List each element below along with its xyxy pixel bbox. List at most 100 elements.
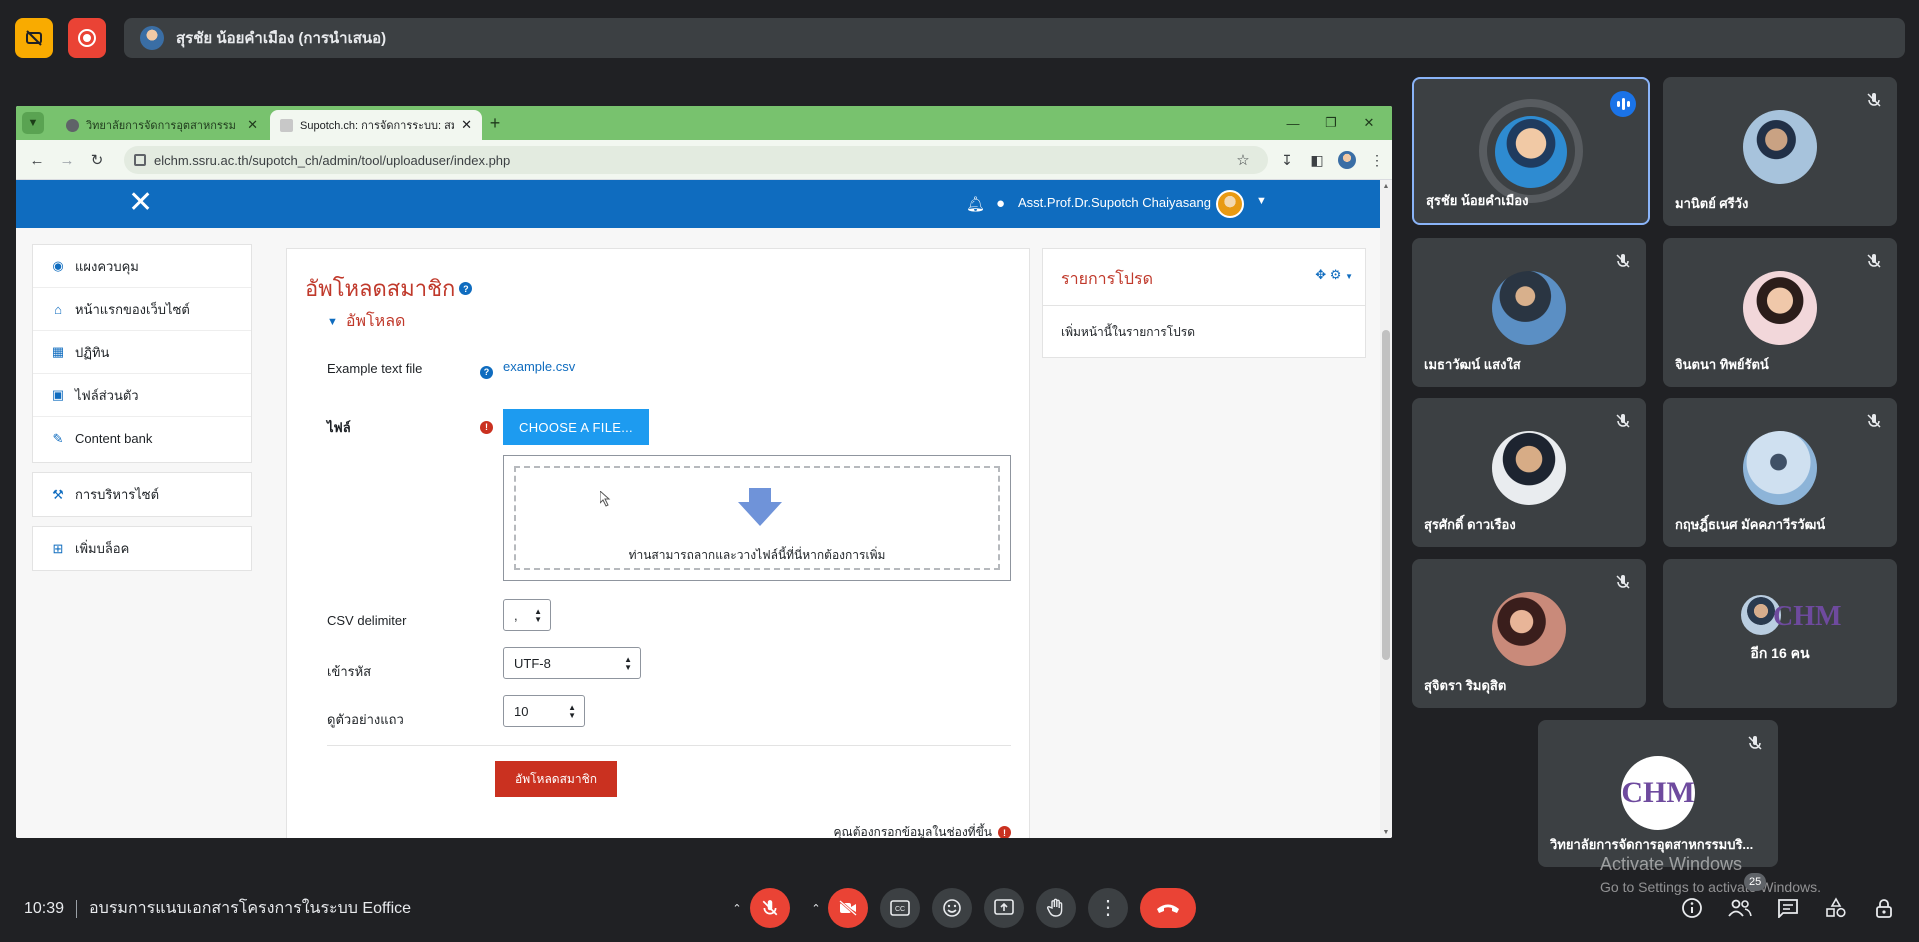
meeting-details-icon[interactable] (1678, 894, 1706, 922)
participant-name: สุจิตรา ริมดุสิต (1424, 678, 1507, 693)
nav-item-dashboard[interactable]: ◉ แผงควบคุม (33, 245, 251, 288)
tab-title: Supotch.ch: การจัดการระบบ: สมาชิก (300, 120, 454, 132)
nav-item-add-block[interactable]: ⊞ เพิ่มบล็อค (33, 527, 251, 570)
scroll-up-icon[interactable]: ▲ (1380, 180, 1392, 192)
meeting-title: อบรมการแนบเอกสารโครงการในระบบ Eoffice (89, 900, 412, 917)
download-icon[interactable]: ↧ (1276, 149, 1298, 171)
participant-tile[interactable]: กฤษฎิ์ธเนศ มัคคภาวีรวัฒน์ (1663, 398, 1897, 547)
browser-tab-1[interactable]: วิทยาลัยการจัดการอุตสาหกรรม และการ ✕ (56, 110, 268, 140)
participant-tile[interactable]: สุรศักดิ์ ดาวเรือง (1412, 398, 1646, 547)
gear-icon[interactable]: ⚙ (1330, 267, 1342, 282)
choose-file-button[interactable]: CHOOSE A FILE... (503, 409, 649, 445)
participants-overflow-tile[interactable]: CHM อีก 16 คน (1663, 559, 1897, 708)
minimize-icon[interactable]: — (1278, 112, 1308, 134)
participant-tile[interactable]: เมธาวัฒน์ แสงใส (1412, 238, 1646, 387)
section-toggle[interactable]: ▼ อัพโหลด (327, 309, 405, 334)
upload-users-button[interactable]: อัพโหลดสมาชิก (495, 761, 617, 797)
kebab-menu-icon[interactable]: ⋮ (1366, 149, 1388, 171)
presenter-pill[interactable]: สุรชัย น้อยคำเมือง (การนำเสนอ) (124, 18, 1905, 58)
back-icon[interactable]: ← (26, 149, 48, 171)
mic-off-icon (1612, 250, 1634, 272)
home-icon: ⌂ (54, 301, 62, 317)
move-icon[interactable]: ✥ (1315, 267, 1326, 282)
select-value: UTF-8 (514, 655, 551, 671)
browser-toolbar: ← → ↻ elchm.ssru.ac.th/supotch_ch/admin/… (16, 140, 1392, 180)
wrench-icon: ⚒ (52, 486, 64, 502)
block-controls[interactable]: ✥ ⚙ ▼ (1315, 267, 1353, 283)
nav-item-label: Content bank (75, 431, 153, 446)
record-icon[interactable] (68, 18, 106, 58)
preview-rows-select[interactable]: 10 ▲ ▼ (503, 695, 585, 727)
camera-off-icon[interactable] (15, 18, 53, 58)
chevron-down-icon[interactable]: ▼ (1345, 272, 1353, 281)
nav-item-site-home[interactable]: ⌂ หน้าแรกของเว็บไซต์ (33, 288, 251, 331)
file-label: ไฟล์ (327, 420, 351, 435)
camera-toggle-button[interactable] (828, 888, 868, 928)
new-tab-icon[interactable]: + (484, 112, 506, 134)
browser-tab-2[interactable]: Supotch.ch: การจัดการระบบ: สมาชิก ✕ (270, 110, 482, 140)
close-drawer-icon[interactable]: ✕ (128, 188, 153, 218)
close-icon[interactable]: ✕ (247, 117, 258, 133)
url-text: elchm.ssru.ac.th/supotch_ch/admin/tool/u… (154, 152, 511, 168)
audio-options-caret-icon[interactable]: ⌃ (727, 888, 747, 928)
address-bar[interactable]: elchm.ssru.ac.th/supotch_ch/admin/tool/u… (124, 146, 1268, 174)
add-to-starred-link[interactable]: เพิ่มหน้านี้ในรายการโปรด (1061, 323, 1195, 342)
close-icon[interactable]: ✕ (461, 117, 472, 133)
participant-tile[interactable]: จินตนา ทิพย์รัตน์ (1663, 238, 1897, 387)
page-title-text: อัพโหลดสมาชิก (305, 276, 456, 301)
nav-item-content-bank[interactable]: ✎ Content bank (33, 417, 251, 460)
window-close-icon[interactable]: ✕ (1354, 112, 1384, 134)
participant-tile[interactable]: สุรชัย น้อยคำเมือง (1412, 77, 1650, 225)
chevron-down-icon[interactable]: ▼ (1256, 195, 1267, 207)
nav-item-site-admin[interactable]: ⚒ การบริหารไซต์ (33, 473, 251, 516)
nav-item-calendar[interactable]: ▦ ปฏิทิน (33, 331, 251, 374)
leave-call-button[interactable] (1140, 888, 1196, 928)
scroll-down-icon[interactable]: ▼ (1380, 826, 1392, 838)
reactions-button[interactable] (932, 888, 972, 928)
profile-avatar-icon[interactable] (1338, 151, 1356, 169)
video-options-caret-icon[interactable]: ⌃ (806, 888, 826, 928)
more-options-button[interactable]: ⋮ (1088, 888, 1128, 928)
required-note-text: คุณต้องกรอกข้อมูลในช่องที่ขึ้น (833, 825, 992, 838)
dropzone-dashed-area[interactable]: ท่านสามารถลากและวางไฟล์นี้ที่นี่หากต้องก… (514, 466, 1000, 570)
dashboard-icon: ◉ (52, 258, 64, 273)
sidepanel-icon[interactable]: ◧ (1306, 149, 1328, 171)
reload-icon[interactable]: ↻ (86, 149, 108, 171)
chat-icon[interactable]: ● (996, 195, 1005, 212)
site-info-icon[interactable] (134, 154, 146, 166)
people-icon[interactable] (1726, 894, 1754, 922)
mic-toggle-button[interactable] (750, 888, 790, 928)
nav-drawer-addblock: ⊞ เพิ่มบล็อค (32, 526, 252, 571)
captions-button[interactable]: CC (880, 888, 920, 928)
restore-icon[interactable]: ❐ (1316, 112, 1346, 134)
example-csv-link[interactable]: example.csv (503, 359, 575, 374)
encoding-select[interactable]: UTF-8 ▲ ▼ (503, 647, 641, 679)
mic-off-icon (1863, 89, 1885, 111)
bell-icon[interactable]: 🔔︎ (966, 195, 985, 213)
participant-name: มานิตย์ ศรีวัง (1675, 196, 1749, 211)
nav-item-private-files[interactable]: ▣ ไฟล์ส่วนตัว (33, 374, 251, 417)
moodle-body: ◉ แผงควบคุม ⌂ หน้าแรกของเว็บไซต์ ▦ ปฏิทิ… (16, 228, 1380, 838)
participant-name: วิทยาลัยการจัดการอุตสาหกรรมบริ... (1550, 837, 1754, 852)
scroll-thumb[interactable] (1382, 330, 1390, 660)
help-icon[interactable]: ? (459, 282, 473, 295)
csv-delimiter-select[interactable]: , ▲ ▼ (503, 599, 551, 631)
user-avatar[interactable] (1216, 190, 1244, 218)
forward-icon[interactable]: → (56, 149, 78, 171)
chat-icon[interactable] (1774, 894, 1802, 922)
page-scrollbar[interactable]: ▲ ▼ (1380, 180, 1392, 838)
participant-tile[interactable]: มานิตย์ ศรีวัง (1663, 77, 1897, 226)
help-icon[interactable]: ? (480, 362, 493, 380)
tab-search-icon[interactable]: ▼ (22, 112, 44, 134)
bookmark-star-icon[interactable]: ☆ (1232, 149, 1254, 171)
participant-tile[interactable]: CHM วิทยาลัยการจัดการอุตสาหกรรมบริ... (1538, 720, 1778, 867)
kebab-menu-icon: ⋮ (1098, 897, 1118, 919)
raise-hand-button[interactable] (1036, 888, 1076, 928)
file-dropzone[interactable]: ท่านสามารถลากและวางไฟล์นี้ที่นี่หากต้องก… (503, 455, 1011, 581)
activities-icon[interactable] (1822, 894, 1850, 922)
host-controls-icon[interactable] (1870, 894, 1898, 922)
participant-tile[interactable]: สุจิตรา ริมดุสิต (1412, 559, 1646, 708)
present-screen-icon (994, 899, 1014, 915)
present-button[interactable] (984, 888, 1024, 928)
user-name[interactable]: Asst.Prof.Dr.Supotch Chaiyasang (1018, 195, 1211, 210)
